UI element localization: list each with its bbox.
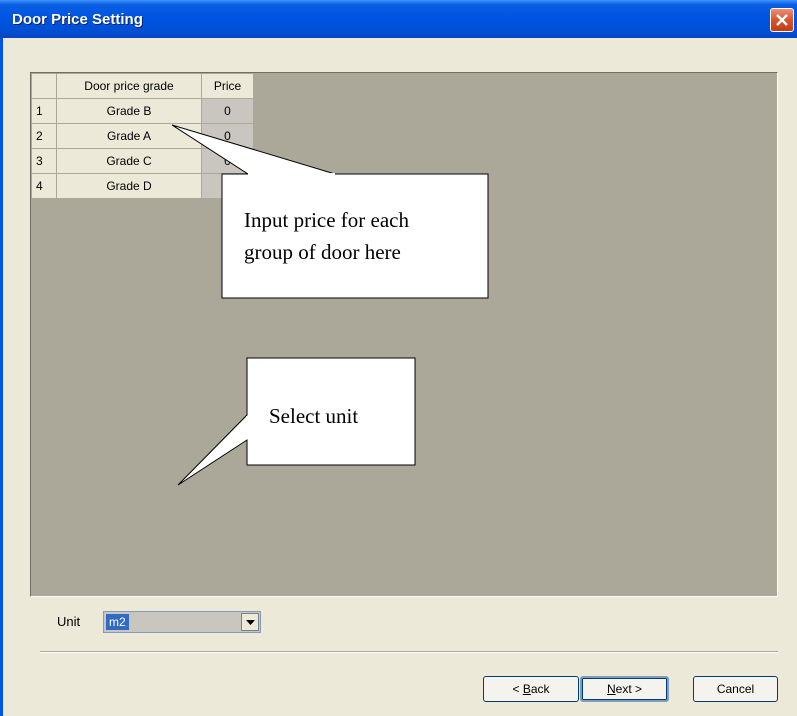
price-callout-line1: Input price for each: [244, 208, 409, 232]
price-callout-line2: group of door here: [244, 240, 401, 264]
dialog-window: Door Price Setting Door price grade Pric…: [0, 0, 797, 716]
price-callout-text: Input price for each group of door here: [244, 204, 409, 268]
callout-overlay: [171, 124, 489, 486]
unit-callout-text: Select unit: [269, 404, 359, 428]
